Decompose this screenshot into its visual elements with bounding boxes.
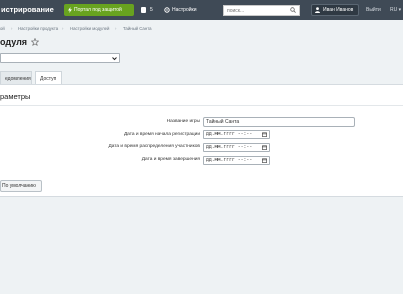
admin-brand-title: истрирование: [1, 5, 54, 14]
settings-label: Настройки: [172, 7, 197, 13]
search-input[interactable]: [223, 5, 300, 16]
end-datetime-input[interactable]: дд.мм.гггг --:--: [203, 156, 270, 165]
settings-link[interactable]: Настройки: [162, 4, 197, 16]
user-icon: [315, 7, 320, 13]
game-name-input[interactable]: [203, 117, 355, 127]
registration-start-datetime-input[interactable]: дд.мм.гггг --:--: [203, 130, 270, 139]
distribution-datetime-input[interactable]: дд.мм.гггг --:--: [203, 143, 270, 152]
breadcrumb-item-home[interactable]: ой: [0, 25, 5, 33]
calendar-icon[interactable]: [262, 158, 267, 163]
notifications-counter[interactable]: 5: [139, 4, 157, 16]
language-switch[interactable]: RU ▾: [390, 4, 401, 16]
breadcrumb-item-secret-santa: Тайный Санта: [123, 26, 152, 31]
portal-protected-label: Портал под защитой: [74, 7, 122, 13]
panel-title: раметры: [0, 92, 31, 101]
top-bar: истрирование Портал под защитой 5 Настро…: [0, 0, 403, 20]
registration-start-label: Дата и время начала регистрации: [123, 132, 200, 137]
clipboard-icon: [141, 7, 146, 13]
breadcrumb-item-module-settings[interactable]: Настройки модулей: [70, 25, 109, 33]
breadcrumb-item-product-settings[interactable]: Настройки продукта: [18, 25, 58, 33]
page-title: одуля: [0, 37, 28, 47]
reset-defaults-button[interactable]: По умолчанию: [0, 180, 42, 192]
calendar-icon[interactable]: [262, 132, 267, 137]
tab-access[interactable]: Доступ: [35, 71, 62, 85]
divider: [0, 105, 403, 106]
datetime-placeholder: дд.мм.гггг --:--: [206, 158, 253, 163]
logout-link[interactable]: Выйти: [366, 4, 381, 16]
datetime-placeholder: дд.мм.гггг --:--: [206, 145, 253, 150]
lightning-icon: [68, 7, 72, 13]
user-name: Иван Иванов: [323, 7, 354, 13]
chevron-down-icon: [112, 57, 117, 61]
parameters-panel: раметры Название игры Дата и время начал…: [0, 84, 403, 197]
datetime-placeholder: дд.мм.гггг --:--: [206, 132, 253, 137]
tab-notifications[interactable]: едомления: [0, 71, 32, 85]
chevron-right-icon: ›: [62, 26, 64, 31]
notifications-count: 5: [150, 7, 153, 13]
chevron-down-icon: ▾: [398, 7, 402, 13]
language-label: RU: [390, 7, 398, 13]
distribution-label: Дата и время распределения участников: [108, 144, 200, 149]
star-icon[interactable]: [31, 38, 39, 46]
game-name-label: Название игры: [166, 119, 200, 124]
gear-icon: [164, 7, 170, 13]
end-label: Дата и время завершения: [141, 157, 200, 162]
portal-protected-button[interactable]: Портал под защитой: [64, 4, 134, 16]
chevron-right-icon: ›: [11, 26, 13, 31]
user-menu-button[interactable]: Иван Иванов: [311, 4, 359, 16]
calendar-icon[interactable]: [262, 145, 267, 150]
chevron-right-icon: ›: [115, 26, 117, 31]
search-icon[interactable]: [290, 7, 296, 13]
module-select[interactable]: [0, 53, 120, 63]
